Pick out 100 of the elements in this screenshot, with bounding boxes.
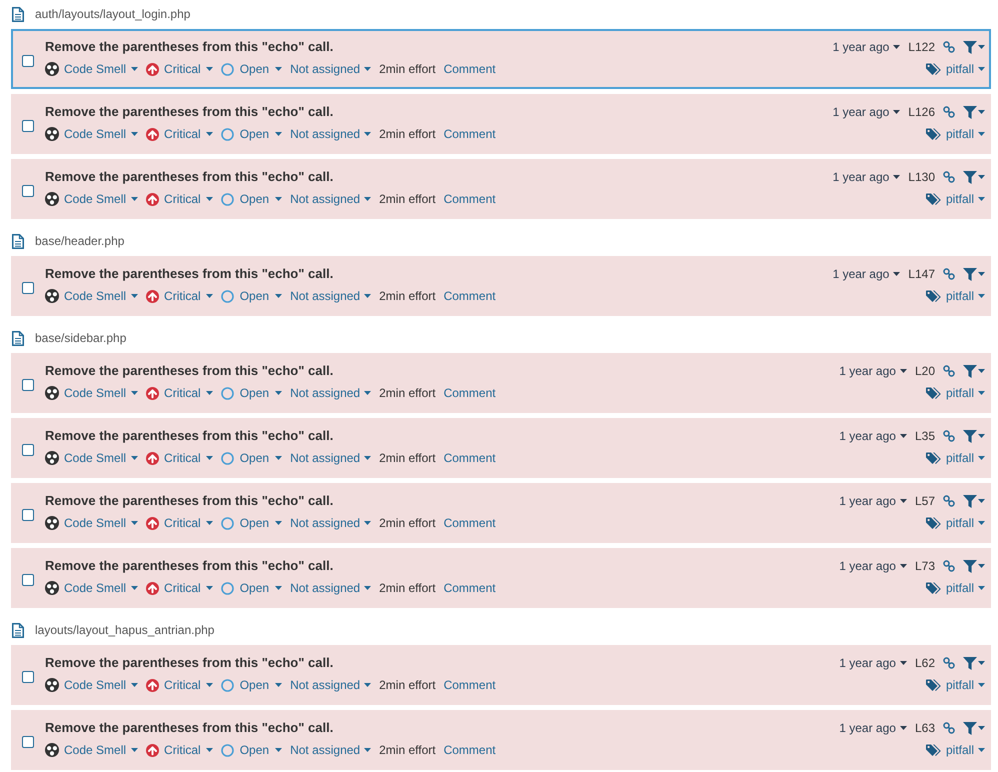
comment-link[interactable]: Comment <box>444 288 496 304</box>
severity-dropdown[interactable]: Critical <box>146 61 213 77</box>
issue-checkbox[interactable] <box>22 574 34 586</box>
issue-card[interactable]: Remove the parentheses from this "echo" call. Code Smell Critical Open Not assigned 2min effort Comment 1 year ago L122 pitfall <box>11 29 991 89</box>
age-dropdown[interactable]: 1 year ago <box>839 655 907 671</box>
issue-card[interactable]: Remove the parentheses from this "echo" call. Code Smell Critical Open Not assigned 2min effort Comment 1 year ago L57 pitfall <box>11 483 991 543</box>
type-dropdown[interactable]: Code Smell <box>45 385 138 401</box>
tag-dropdown[interactable]: pitfall <box>926 191 985 207</box>
assignee-dropdown[interactable]: Not assigned <box>290 61 372 77</box>
assignee-dropdown[interactable]: Not assigned <box>290 450 372 466</box>
issue-checkbox[interactable] <box>22 379 34 391</box>
assignee-dropdown[interactable]: Not assigned <box>290 126 372 142</box>
filter-button[interactable] <box>963 656 985 670</box>
status-dropdown[interactable]: Open <box>220 515 282 531</box>
comment-link[interactable]: Comment <box>444 126 496 142</box>
status-dropdown[interactable]: Open <box>220 450 282 466</box>
issue-card[interactable]: Remove the parentheses from this "echo" call. Code Smell Critical Open Not assigned 2min effort Comment 1 year ago L20 pitfall <box>11 353 991 413</box>
link-icon[interactable] <box>943 171 955 183</box>
tag-dropdown[interactable]: pitfall <box>926 126 985 142</box>
comment-link[interactable]: Comment <box>444 385 496 401</box>
link-icon[interactable] <box>943 41 955 53</box>
issue-checkbox[interactable] <box>22 736 34 748</box>
filter-button[interactable] <box>963 40 985 54</box>
assignee-dropdown[interactable]: Not assigned <box>290 580 372 596</box>
age-dropdown[interactable]: 1 year ago <box>839 720 907 736</box>
comment-link[interactable]: Comment <box>444 742 496 758</box>
type-dropdown[interactable]: Code Smell <box>45 61 138 77</box>
filter-button[interactable] <box>963 722 985 734</box>
filter-button[interactable] <box>963 430 985 442</box>
severity-dropdown[interactable]: Critical <box>146 126 213 142</box>
filter-button[interactable] <box>963 170 985 184</box>
severity-dropdown[interactable]: Critical <box>146 742 213 758</box>
comment-link[interactable]: Comment <box>444 191 496 207</box>
status-dropdown[interactable]: Open <box>220 288 282 304</box>
status-dropdown[interactable]: Open <box>220 191 282 207</box>
link-icon[interactable] <box>943 106 955 118</box>
issue-checkbox[interactable] <box>22 509 34 521</box>
issue-checkbox[interactable] <box>22 444 34 456</box>
issue-card[interactable]: Remove the parentheses from this "echo" call. Code Smell Critical Open Not assigned 2min effort Comment 1 year ago L73 pitfall <box>11 548 991 608</box>
link-icon[interactable] <box>943 722 955 734</box>
assignee-dropdown[interactable]: Not assigned <box>290 288 372 304</box>
comment-link[interactable]: Comment <box>444 677 496 693</box>
severity-dropdown[interactable]: Critical <box>146 580 213 596</box>
severity-dropdown[interactable]: Critical <box>146 450 213 466</box>
type-dropdown[interactable]: Code Smell <box>45 580 138 596</box>
comment-link[interactable]: Comment <box>444 580 496 596</box>
age-dropdown[interactable]: 1 year ago <box>839 493 907 509</box>
severity-dropdown[interactable]: Critical <box>146 677 213 693</box>
severity-dropdown[interactable]: Critical <box>146 191 213 207</box>
severity-dropdown[interactable]: Critical <box>146 515 213 531</box>
filter-button[interactable] <box>963 560 985 572</box>
assignee-dropdown[interactable]: Not assigned <box>290 742 372 758</box>
age-dropdown[interactable]: 1 year ago <box>832 266 900 282</box>
issue-card[interactable]: Remove the parentheses from this "echo" call. Code Smell Critical Open Not assigned 2min effort Comment 1 year ago L147 pitfall <box>11 256 991 316</box>
type-dropdown[interactable]: Code Smell <box>45 742 138 758</box>
issue-checkbox[interactable] <box>22 55 34 67</box>
status-dropdown[interactable]: Open <box>220 580 282 596</box>
type-dropdown[interactable]: Code Smell <box>45 515 138 531</box>
age-dropdown[interactable]: 1 year ago <box>832 104 900 120</box>
assignee-dropdown[interactable]: Not assigned <box>290 385 372 401</box>
link-icon[interactable] <box>943 268 955 280</box>
type-dropdown[interactable]: Code Smell <box>45 191 138 207</box>
issue-card[interactable]: Remove the parentheses from this "echo" call. Code Smell Critical Open Not assigned 2min effort Comment 1 year ago L62 pitfall <box>11 645 991 705</box>
issue-card[interactable]: Remove the parentheses from this "echo" call. Code Smell Critical Open Not assigned 2min effort Comment 1 year ago L35 pitfall <box>11 418 991 478</box>
filter-button[interactable] <box>963 494 985 508</box>
issue-card[interactable]: Remove the parentheses from this "echo" call. Code Smell Critical Open Not assigned 2min effort Comment 1 year ago L126 pitfall <box>11 94 991 154</box>
tag-dropdown[interactable]: pitfall <box>926 288 985 304</box>
tag-dropdown[interactable]: pitfall <box>926 677 985 693</box>
age-dropdown[interactable]: 1 year ago <box>839 428 907 444</box>
link-icon[interactable] <box>943 430 955 442</box>
status-dropdown[interactable]: Open <box>220 61 282 77</box>
age-dropdown[interactable]: 1 year ago <box>839 363 907 379</box>
tag-dropdown[interactable]: pitfall <box>926 450 985 466</box>
filter-button[interactable] <box>963 268 985 280</box>
issue-checkbox[interactable] <box>22 185 34 197</box>
age-dropdown[interactable]: 1 year ago <box>832 39 900 55</box>
comment-link[interactable]: Comment <box>444 515 496 531</box>
status-dropdown[interactable]: Open <box>220 385 282 401</box>
assignee-dropdown[interactable]: Not assigned <box>290 191 372 207</box>
assignee-dropdown[interactable]: Not assigned <box>290 677 372 693</box>
severity-dropdown[interactable]: Critical <box>146 288 213 304</box>
issue-card[interactable]: Remove the parentheses from this "echo" call. Code Smell Critical Open Not assigned 2min effort Comment 1 year ago L130 pitfall <box>11 159 991 219</box>
status-dropdown[interactable]: Open <box>220 742 282 758</box>
link-icon[interactable] <box>943 365 955 377</box>
age-dropdown[interactable]: 1 year ago <box>832 169 900 185</box>
status-dropdown[interactable]: Open <box>220 677 282 693</box>
type-dropdown[interactable]: Code Smell <box>45 450 138 466</box>
issue-card[interactable]: Remove the parentheses from this "echo" call. Code Smell Critical Open Not assigned 2min effort Comment 1 year ago L63 pitfall <box>11 710 991 770</box>
age-dropdown[interactable]: 1 year ago <box>839 558 907 574</box>
severity-dropdown[interactable]: Critical <box>146 385 213 401</box>
issue-checkbox[interactable] <box>22 671 34 683</box>
tag-dropdown[interactable]: pitfall <box>926 580 985 596</box>
tag-dropdown[interactable]: pitfall <box>926 515 985 531</box>
issue-checkbox[interactable] <box>22 120 34 132</box>
tag-dropdown[interactable]: pitfall <box>926 385 985 401</box>
link-icon[interactable] <box>943 495 955 507</box>
issue-checkbox[interactable] <box>22 282 34 294</box>
link-icon[interactable] <box>943 657 955 669</box>
tag-dropdown[interactable]: pitfall <box>926 742 985 758</box>
filter-button[interactable] <box>963 364 985 378</box>
